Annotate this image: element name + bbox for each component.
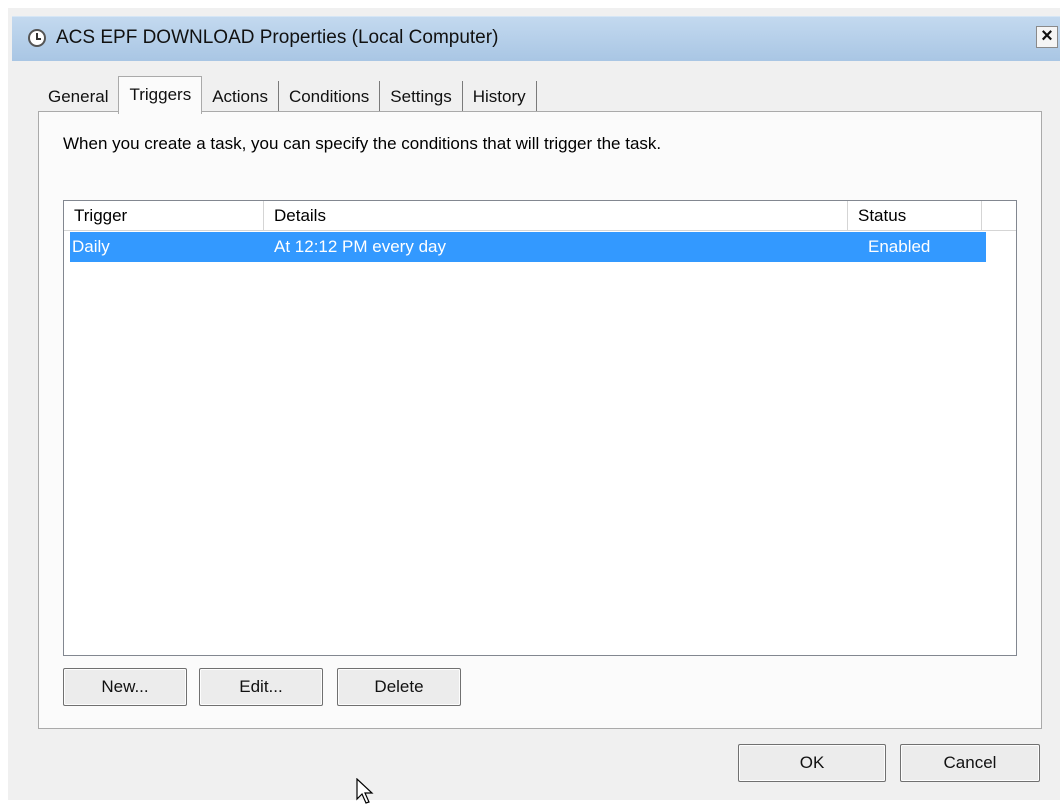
tab-settings[interactable]: Settings: [380, 81, 463, 113]
window-title: ACS EPF DOWNLOAD Properties (Local Compu…: [56, 27, 499, 48]
tab-conditions[interactable]: Conditions: [279, 81, 381, 113]
table-row[interactable]: Daily At 12:12 PM every day Enabled: [70, 232, 986, 262]
cell-trigger: Daily: [72, 237, 110, 256]
tab-strip: General Triggers Actions Conditions Sett…: [38, 75, 537, 114]
triggers-panel: When you create a task, you can specify …: [38, 111, 1042, 729]
tab-general[interactable]: General: [38, 81, 118, 113]
ok-button[interactable]: OK: [738, 744, 886, 782]
delete-button[interactable]: Delete: [337, 668, 461, 706]
close-button[interactable]: ×: [1036, 26, 1058, 48]
column-header-details[interactable]: Details: [264, 201, 848, 230]
column-header-trigger[interactable]: Trigger: [64, 201, 264, 230]
triggers-description: When you create a task, you can specify …: [63, 134, 662, 153]
tab-actions[interactable]: Actions: [202, 81, 279, 113]
edit-button[interactable]: Edit...: [199, 668, 323, 706]
tab-history[interactable]: History: [463, 81, 537, 113]
cancel-button[interactable]: Cancel: [900, 744, 1040, 782]
clock-icon: [28, 29, 46, 47]
list-header: Trigger Details Status: [64, 201, 1016, 231]
tab-triggers[interactable]: Triggers: [118, 76, 203, 114]
cell-details: At 12:12 PM every day: [274, 237, 446, 256]
cell-status: Enabled: [868, 237, 931, 256]
triggers-list[interactable]: Trigger Details Status Daily At 12:12 PM…: [63, 200, 1017, 656]
title-bar: ACS EPF DOWNLOAD Properties (Local Compu…: [12, 16, 1060, 61]
column-header-status[interactable]: Status: [848, 201, 982, 230]
new-button[interactable]: New...: [63, 668, 187, 706]
mouse-pointer-icon: [356, 778, 374, 804]
